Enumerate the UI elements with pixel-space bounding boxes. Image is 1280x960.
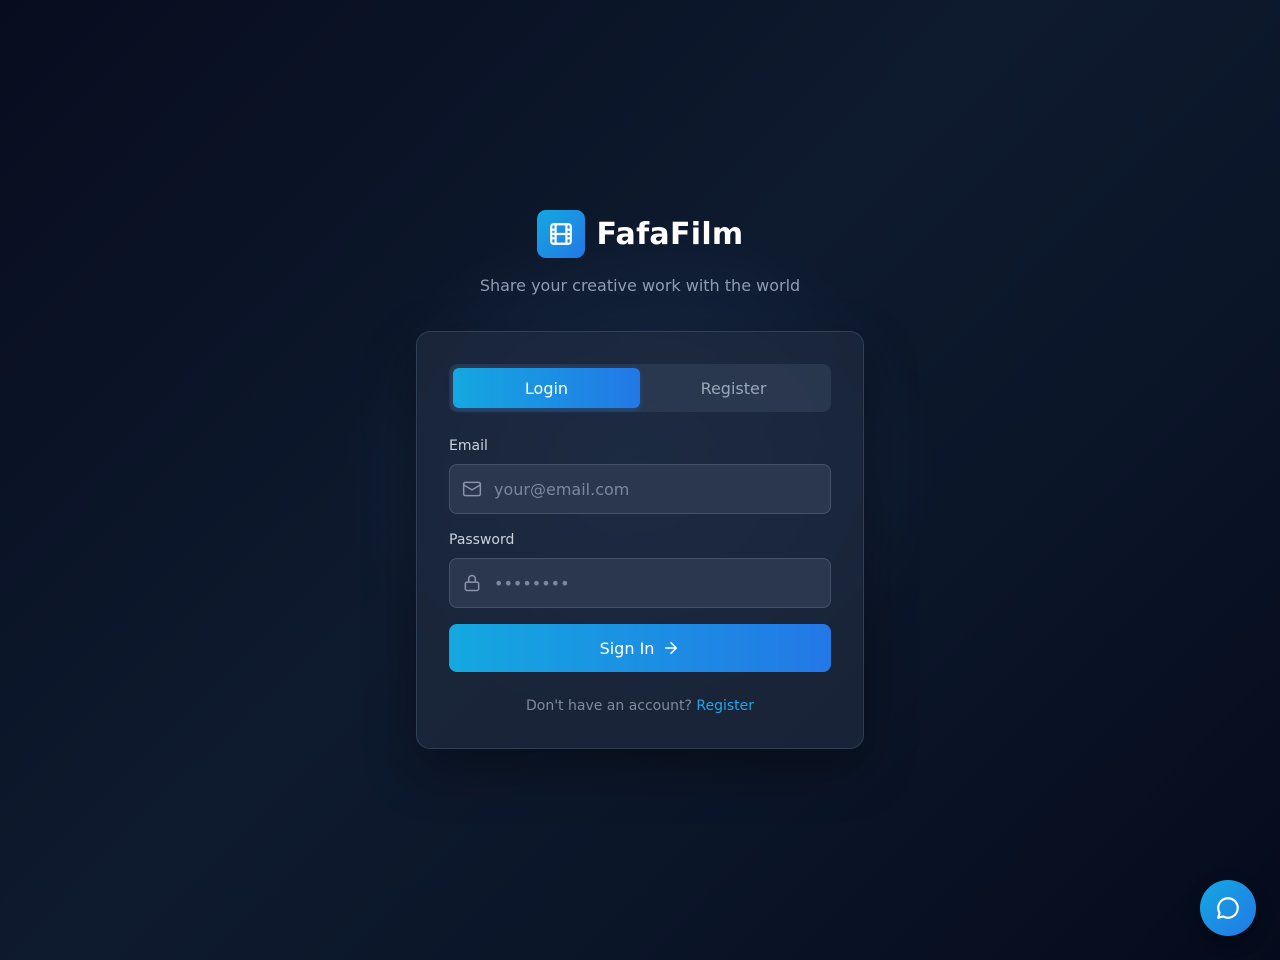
film-icon xyxy=(549,223,572,245)
register-link[interactable]: Register xyxy=(696,698,754,714)
register-prompt: Don't have an account? Register xyxy=(417,698,863,714)
logo xyxy=(536,210,585,258)
sign-in-label: Sign In xyxy=(599,638,655,658)
email-input[interactable] xyxy=(494,465,830,513)
register-prompt-text: Don't have an account? xyxy=(525,698,692,714)
sign-in-button[interactable]: Sign In xyxy=(449,624,831,672)
brand-name: FafaFilm xyxy=(596,216,744,252)
tagline: Share your creative work with the world xyxy=(479,276,801,295)
mail-icon xyxy=(450,479,494,499)
arrow-right-icon xyxy=(665,642,678,654)
password-input[interactable] xyxy=(494,559,830,607)
chat-button[interactable] xyxy=(1200,880,1256,936)
email-label: Email xyxy=(449,438,488,454)
chat-bubble-icon xyxy=(1217,897,1239,919)
auth-tabs: Login Register xyxy=(449,364,831,412)
password-label: Password xyxy=(449,532,515,548)
email-field-wrapper xyxy=(449,464,831,514)
auth-card: Login Register Email Password Sign In xyxy=(416,331,864,749)
lock-icon xyxy=(450,573,494,593)
tab-login[interactable]: Login xyxy=(453,368,640,408)
brand-header: FafaFilm xyxy=(0,210,1280,258)
password-field-wrapper xyxy=(449,558,831,608)
tab-register[interactable]: Register xyxy=(640,368,827,408)
